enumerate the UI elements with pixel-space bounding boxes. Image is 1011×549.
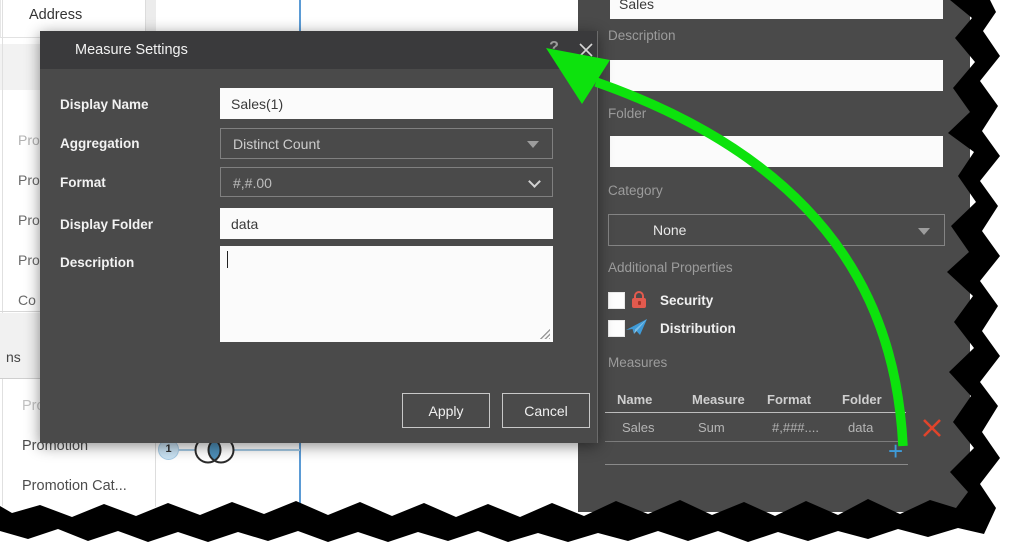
- field-label-address: Address: [29, 7, 82, 23]
- aggregation-value: Distinct Count: [233, 129, 320, 159]
- table-card-border: [2, 0, 3, 506]
- dropdown-arrow-icon: [918, 228, 930, 235]
- lock-icon: [630, 291, 648, 309]
- security-checkbox[interactable]: [608, 292, 625, 309]
- folder-input[interactable]: [610, 136, 943, 167]
- security-label: Security: [660, 293, 713, 308]
- measures-section-label: Measures: [608, 355, 667, 370]
- cell-format: #,###....: [772, 420, 819, 435]
- tab-strip[interactable]: ns: [0, 313, 40, 379]
- display-folder-input[interactable]: [220, 208, 553, 239]
- aggregation-dropdown[interactable]: Distinct Count: [220, 128, 553, 159]
- field-item-promotion-category[interactable]: Promotion Cat...: [22, 478, 162, 498]
- cell-folder: data: [848, 420, 873, 435]
- measure-settings-dialog: Measure Settings ? Display Name Aggregat…: [40, 31, 598, 443]
- category-dropdown[interactable]: None: [608, 214, 945, 246]
- distribution-label: Distribution: [660, 321, 736, 336]
- additional-properties-label: Additional Properties: [608, 260, 733, 275]
- help-icon[interactable]: ?: [544, 39, 564, 61]
- tab-label: ns: [6, 349, 21, 365]
- table-row-divider: [605, 441, 906, 442]
- table-header-divider: [605, 412, 906, 413]
- distribution-checkbox[interactable]: [608, 320, 625, 337]
- display-name-input[interactable]: [220, 88, 553, 119]
- add-measure-button[interactable]: +: [888, 440, 903, 462]
- text-cursor: [227, 251, 228, 268]
- cell-name: Sales: [622, 420, 655, 435]
- format-label: Format: [60, 175, 106, 190]
- properties-panel: Description Folder Category None Additio…: [578, 0, 970, 512]
- cancel-button[interactable]: Cancel: [502, 393, 590, 428]
- dropdown-arrow-icon: [527, 141, 539, 148]
- folder-label: Folder: [608, 106, 646, 121]
- description-label: Description: [608, 28, 676, 43]
- description-textarea[interactable]: [220, 246, 553, 342]
- category-label: Category: [608, 183, 663, 198]
- col-header-folder: Folder: [842, 392, 882, 407]
- dialog-title: Measure Settings: [75, 31, 188, 69]
- delete-measure-icon[interactable]: [921, 417, 943, 439]
- dialog-titlebar[interactable]: Measure Settings ?: [40, 31, 597, 69]
- cell-measure: Sum: [698, 420, 725, 435]
- paper-plane-icon: [625, 318, 649, 338]
- col-header-name: Name: [617, 392, 652, 407]
- table-bottom-divider: [605, 464, 908, 465]
- display-folder-label: Display Folder: [60, 217, 153, 232]
- col-header-measure: Measure: [692, 392, 745, 407]
- apply-button[interactable]: Apply: [402, 393, 490, 428]
- category-value: None: [653, 215, 686, 246]
- chevron-down-icon: [528, 175, 541, 188]
- description-label: Description: [60, 255, 134, 270]
- display-name-label: Display Name: [60, 97, 149, 112]
- close-icon[interactable]: [578, 42, 594, 58]
- measure-name-input[interactable]: [610, 0, 943, 19]
- description-input[interactable]: [610, 60, 943, 91]
- col-header-format: Format: [767, 392, 811, 407]
- aggregation-label: Aggregation: [60, 136, 140, 151]
- format-dropdown[interactable]: #,#.00: [220, 167, 553, 197]
- list-divider: [0, 311, 40, 312]
- format-value: #,#.00: [233, 168, 272, 198]
- table-row-highlight: [0, 44, 40, 90]
